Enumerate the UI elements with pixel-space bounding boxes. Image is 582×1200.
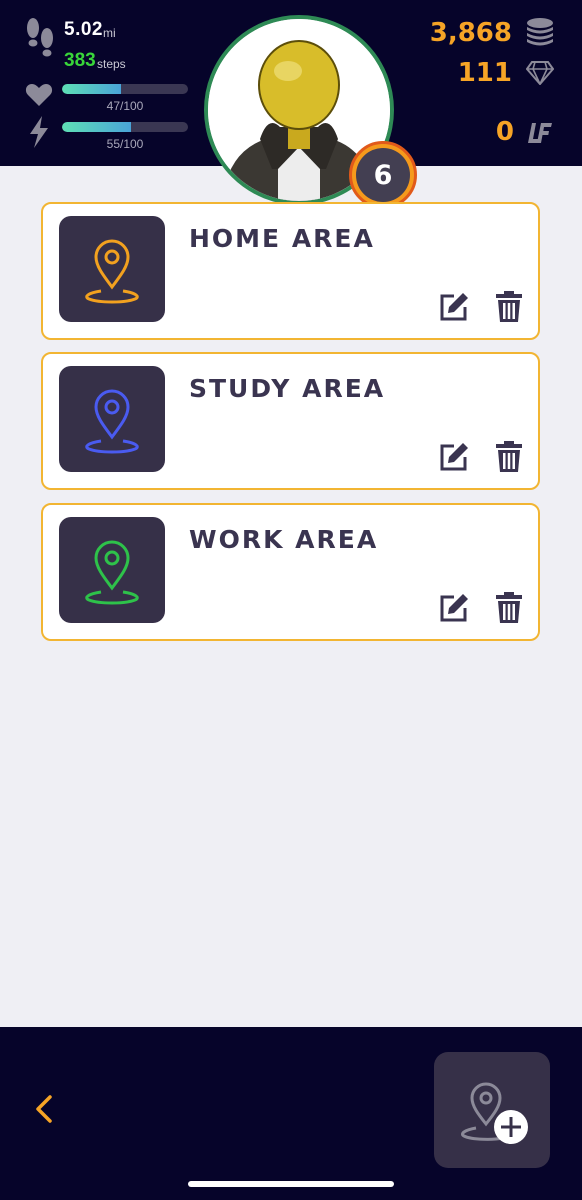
steps-unit: steps xyxy=(97,57,126,71)
lightning-icon xyxy=(30,116,48,148)
edit-icon xyxy=(440,594,468,622)
location-pin-icon xyxy=(85,540,139,605)
area-title: STUDY AREA xyxy=(189,374,386,403)
trash-icon xyxy=(496,441,522,472)
delete-button[interactable] xyxy=(492,440,526,474)
edit-icon xyxy=(440,443,468,471)
area-icon-box xyxy=(59,517,165,623)
energy-bar-fill xyxy=(62,122,132,132)
trash-icon xyxy=(496,291,522,322)
distance-value: 5.02 xyxy=(64,19,103,40)
health-bar-fill xyxy=(62,84,122,94)
energy-label: 55/100 xyxy=(106,137,144,151)
area-icon-box xyxy=(59,216,165,322)
bottom-bar xyxy=(0,1027,582,1200)
health-label: 47/100 xyxy=(106,99,144,113)
heart-icon xyxy=(25,84,53,106)
steps-value: 383 xyxy=(64,50,96,71)
chevron-left-icon xyxy=(36,1095,52,1123)
coins-stack-icon xyxy=(527,18,553,46)
health-bar xyxy=(62,84,188,94)
area-icon-box xyxy=(59,366,165,472)
edit-icon xyxy=(440,293,468,321)
tokens-value: 0 xyxy=(495,117,514,147)
delete-button[interactable] xyxy=(492,591,526,625)
back-button[interactable] xyxy=(30,1089,60,1129)
level-badge: 6 xyxy=(349,141,417,209)
area-title: HOME AREA xyxy=(189,224,375,253)
edit-button[interactable] xyxy=(437,440,471,474)
edit-button[interactable] xyxy=(437,290,471,324)
footprints-icon xyxy=(27,18,53,57)
home-indicator xyxy=(188,1181,394,1187)
delete-button[interactable] xyxy=(492,290,526,324)
edit-button[interactable] xyxy=(437,591,471,625)
location-pin-icon xyxy=(85,239,139,304)
trash-icon xyxy=(496,592,522,623)
level-value: 6 xyxy=(356,148,410,202)
lf-token-icon xyxy=(528,123,552,143)
area-card-study[interactable]: STUDY AREA xyxy=(41,352,540,490)
diamond-icon xyxy=(526,61,554,85)
add-area-button[interactable] xyxy=(434,1052,550,1168)
area-title: WORK AREA xyxy=(189,525,379,554)
area-card-work[interactable]: WORK AREA xyxy=(41,503,540,641)
distance-unit: mi xyxy=(103,26,116,40)
add-location-icon xyxy=(461,1082,528,1144)
location-pin-icon xyxy=(85,389,139,454)
area-card-home[interactable]: HOME AREA xyxy=(41,202,540,340)
coins-value: 3,868 xyxy=(429,18,512,48)
energy-bar xyxy=(62,122,188,132)
gems-value: 111 xyxy=(457,58,512,88)
